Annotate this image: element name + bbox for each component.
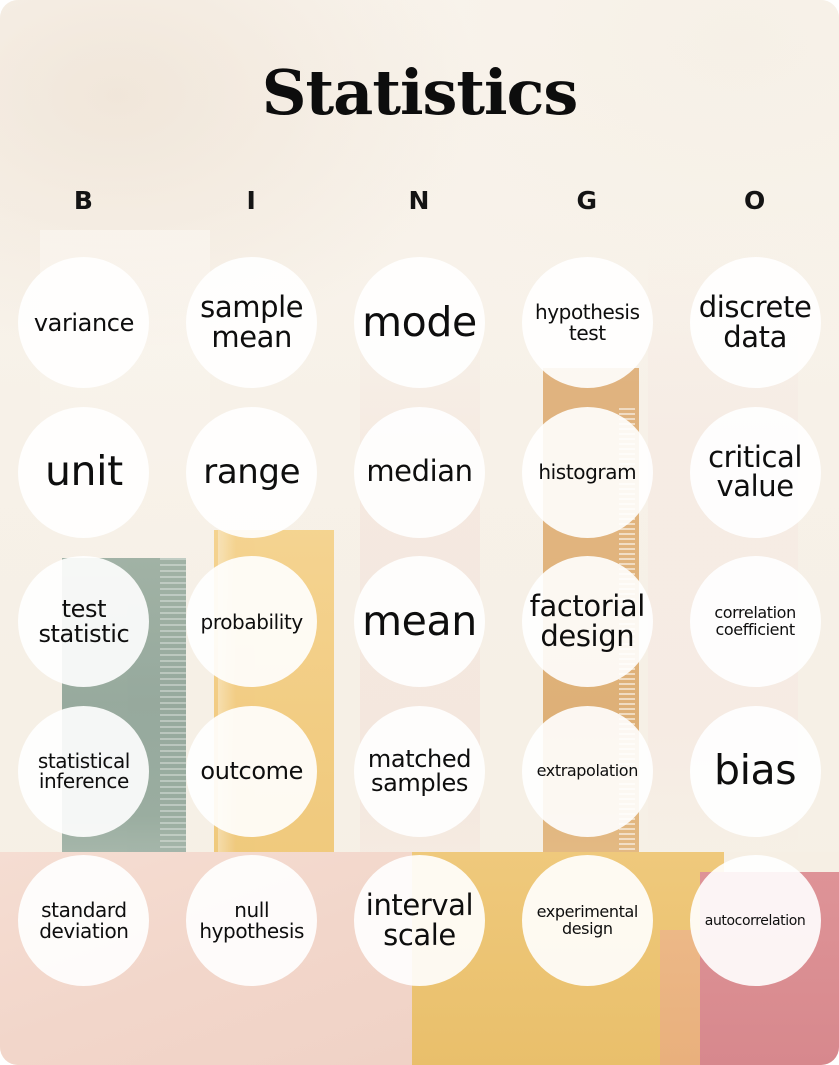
bingo-cell-label: histogram	[538, 460, 637, 485]
bingo-cell-n3[interactable]: mean	[336, 547, 504, 697]
bingo-cell-label: autocorrelation	[704, 912, 806, 929]
bingo-cell-bubble[interactable]: bias	[689, 705, 821, 837]
bingo-cell-label: bias	[713, 746, 797, 795]
bingo-cell-bubble[interactable]: null hypothesis	[186, 855, 318, 987]
bingo-cell-n5[interactable]: interval scale	[336, 846, 504, 996]
bingo-cell-o1[interactable]: discrete data	[671, 248, 839, 398]
column-header-i: I	[246, 186, 257, 215]
bingo-cell-label: median	[366, 454, 473, 489]
bingo-cell-g3[interactable]: factorial design	[503, 547, 671, 697]
column-header-n: N	[408, 186, 431, 215]
bingo-cell-label: sample mean	[200, 290, 304, 354]
bingo-cell-i3[interactable]: probability	[168, 547, 336, 697]
column-header-g: G	[576, 186, 599, 215]
bingo-grid: variance sample mean mode hypothesis test di…	[0, 248, 839, 996]
bingo-cell-g4[interactable]: extrapolation	[503, 697, 671, 847]
column-header-b: B	[73, 186, 94, 215]
bingo-cell-bubble[interactable]: unit	[18, 406, 150, 538]
bingo-cell-label: probability	[200, 609, 304, 634]
bingo-cell-g2[interactable]: histogram	[503, 398, 671, 548]
page-title: Statistics	[261, 56, 579, 129]
bingo-cell-bubble[interactable]: range	[186, 406, 318, 538]
bingo-cell-label: mean	[362, 596, 477, 645]
bingo-cell-o4[interactable]: bias	[671, 697, 839, 847]
bingo-cell-label: extrapolation	[536, 761, 639, 781]
bingo-cell-bubble[interactable]: autocorrelation	[689, 855, 821, 987]
bingo-cell-bubble[interactable]: extrapolation	[521, 705, 653, 837]
bingo-cell-bubble[interactable]: probability	[186, 556, 318, 688]
bingo-cell-g1[interactable]: hypothesis test	[503, 248, 671, 398]
bingo-cell-o5[interactable]: autocorrelation	[671, 846, 839, 996]
bingo-cell-label: interval scale	[365, 888, 474, 952]
column-headers: BINGO	[0, 186, 839, 215]
bingo-cell-b5[interactable]: standard deviation	[0, 846, 168, 996]
bingo-cell-g5[interactable]: experimental design	[503, 846, 671, 996]
bingo-cell-i2[interactable]: range	[168, 398, 336, 548]
bingo-cell-label: correlation coefficient	[714, 603, 796, 639]
bingo-cell-label: unit	[44, 447, 123, 496]
bingo-cell-bubble[interactable]: statistical inference	[18, 705, 150, 837]
bingo-cell-n4[interactable]: matched samples	[336, 697, 504, 847]
bingo-cell-i4[interactable]: outcome	[168, 697, 336, 847]
bingo-cell-label: variance	[33, 308, 135, 337]
bingo-cell-label: test statistic	[38, 595, 130, 648]
bingo-cell-bubble[interactable]: standard deviation	[18, 855, 150, 987]
bingo-cell-o3[interactable]: correlation coefficient	[671, 547, 839, 697]
bingo-cell-bubble[interactable]: variance	[18, 257, 150, 389]
bingo-cell-label: mode	[362, 297, 477, 346]
bingo-cell-label: factorial design	[529, 589, 646, 653]
bingo-cell-bubble[interactable]: mode	[353, 257, 485, 389]
bingo-cell-n1[interactable]: mode	[336, 248, 504, 398]
bingo-cell-bubble[interactable]: factorial design	[521, 556, 653, 688]
bingo-cell-bubble[interactable]: interval scale	[353, 855, 485, 987]
bingo-cell-b1[interactable]: variance	[0, 248, 168, 398]
bingo-cell-bubble[interactable]: outcome	[186, 705, 318, 837]
bingo-cell-bubble[interactable]: discrete data	[689, 257, 821, 389]
bingo-cell-bubble[interactable]: mean	[353, 556, 485, 688]
bingo-cell-bubble[interactable]: hypothesis test	[521, 257, 653, 389]
bingo-cell-label: discrete data	[698, 290, 812, 354]
bingo-cell-b3[interactable]: test statistic	[0, 547, 168, 697]
bingo-cell-bubble[interactable]: matched samples	[353, 705, 485, 837]
bingo-cell-bubble[interactable]: test statistic	[18, 556, 150, 688]
bingo-cell-label: critical value	[708, 439, 803, 504]
bingo-cell-bubble[interactable]: critical value	[689, 406, 821, 538]
bingo-cell-bubble[interactable]: histogram	[521, 406, 653, 538]
bingo-cell-bubble[interactable]: median	[353, 406, 485, 538]
bingo-cell-o2[interactable]: critical value	[671, 398, 839, 548]
bingo-cell-label: outcome	[200, 757, 303, 786]
bingo-cell-n2[interactable]: median	[336, 398, 504, 548]
bingo-cell-b2[interactable]: unit	[0, 398, 168, 548]
bingo-cell-bubble[interactable]: experimental design	[521, 855, 653, 987]
bingo-cell-label: null hypothesis	[199, 898, 305, 943]
bingo-cell-label: experimental design	[536, 902, 639, 938]
bingo-cell-bubble[interactable]: sample mean	[186, 257, 318, 389]
bingo-cell-label: hypothesis test	[534, 300, 640, 345]
bingo-cell-bubble[interactable]: correlation coefficient	[689, 556, 821, 688]
column-header-o: O	[743, 186, 767, 215]
bingo-cell-label: standard deviation	[39, 898, 129, 943]
bingo-cell-i5[interactable]: null hypothesis	[168, 846, 336, 996]
bingo-cell-label: statistical inference	[37, 748, 131, 794]
bingo-cell-i1[interactable]: sample mean	[168, 248, 336, 398]
bingo-cell-label: matched samples	[367, 744, 472, 798]
bingo-cell-b4[interactable]: statistical inference	[0, 697, 168, 847]
bingo-card: Statistics B I N G O variance sample mean mode…	[0, 0, 839, 1065]
bingo-cell-label: range	[203, 451, 301, 492]
